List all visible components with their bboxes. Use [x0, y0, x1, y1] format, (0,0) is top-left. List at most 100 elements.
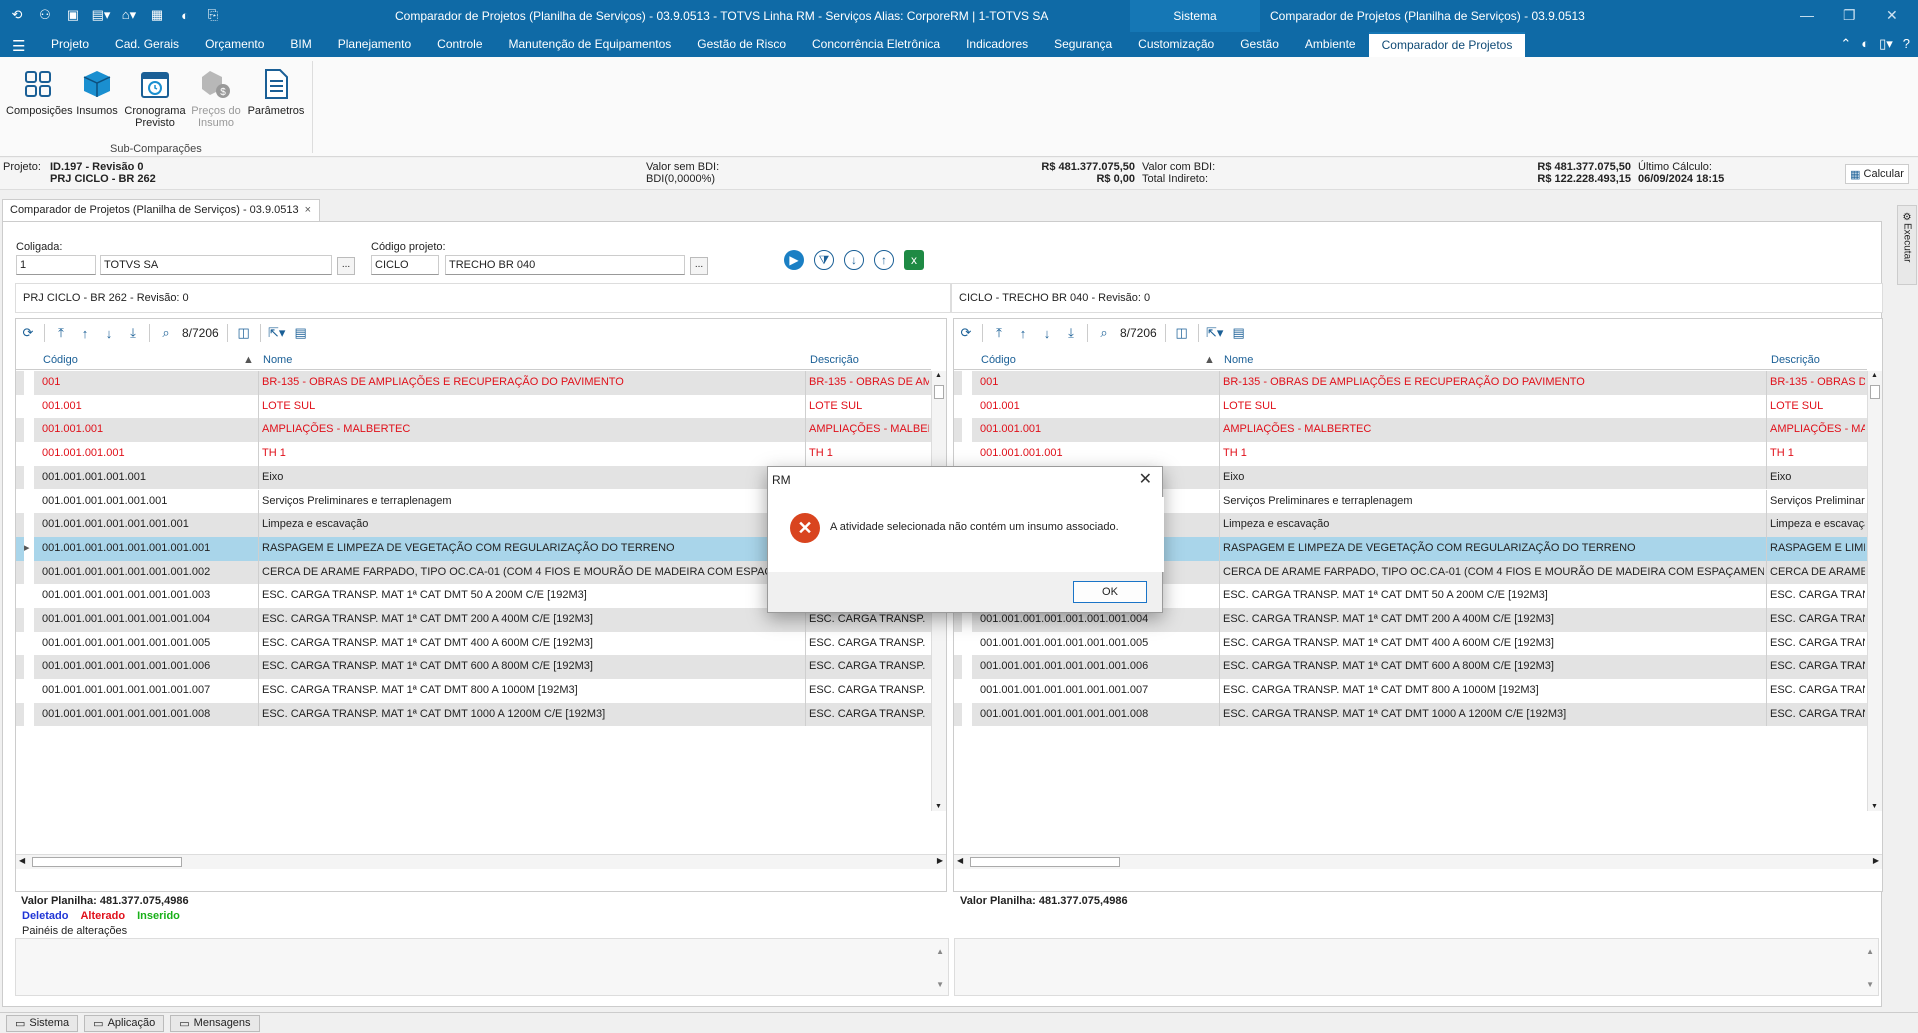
right-table-row[interactable]: 001.001.001.001 TH 1 TH 1: [954, 442, 1867, 466]
last-record-icon[interactable]: ⤓: [1059, 322, 1083, 344]
first-record-icon[interactable]: ⤒: [987, 322, 1011, 344]
col-codigo[interactable]: Código: [43, 354, 78, 366]
globe-icon[interactable]: ◐: [176, 6, 194, 24]
left-table-row[interactable]: 001 BR-135 - OBRAS DE AMPLIAÇÕES E RECUPE…: [16, 371, 931, 395]
left-table-row[interactable]: 001.001 LOTE SUL LOTE SUL: [16, 394, 931, 419]
left-table-row[interactable]: 001.001.001.001.001.001.001.008 ESC. CARG…: [16, 702, 931, 727]
calculator-icon[interactable]: ▦: [148, 6, 166, 24]
right-vscroll-thumb[interactable]: [1870, 385, 1880, 399]
composicoes-button[interactable]: Composições: [6, 67, 73, 117]
exit-icon[interactable]: ⎘: [204, 6, 222, 24]
columns-icon[interactable]: ◫: [232, 322, 256, 344]
status-aplicacao-button[interactable]: ▭ Aplicação: [84, 1014, 165, 1032]
col-nome[interactable]: Nome: [1224, 354, 1253, 366]
menu-item-6[interactable]: Manutenção de Equipamentos: [496, 32, 685, 57]
codigo-projeto-name-field[interactable]: TRECHO BR 040: [445, 255, 685, 275]
home-icon[interactable]: ⌂▾: [120, 6, 138, 24]
scroll-down-icon[interactable]: ▼: [1866, 980, 1874, 989]
report-icon[interactable]: ▤: [289, 322, 313, 344]
menu-item-8[interactable]: Concorrência Eletrônica: [799, 32, 953, 57]
left-horizontal-scrollbar[interactable]: ◀ ▶: [16, 854, 946, 869]
first-record-icon[interactable]: ⤒: [49, 322, 73, 344]
menu-item-7[interactable]: Gestão de Risco: [684, 32, 799, 57]
status-sistema-button[interactable]: ▭ Sistema: [6, 1014, 79, 1032]
menu-item-12[interactable]: Gestão: [1227, 32, 1292, 57]
minimize-icon[interactable]: —: [1800, 7, 1814, 23]
right-table-row[interactable]: 001.001.001 AMPLIAÇÕES - MALBERTEC AMPLIAÇ…: [954, 418, 1867, 443]
menu-item-13[interactable]: Ambiente: [1292, 32, 1369, 57]
codigo-projeto-code-field[interactable]: CICLO: [371, 255, 439, 275]
menu-item-5[interactable]: Controle: [424, 32, 495, 57]
right-hscroll-thumb[interactable]: [970, 857, 1120, 867]
menu-item-11[interactable]: Customização: [1125, 32, 1227, 57]
right-table-row[interactable]: 001.001.001.001.001.001.001.008 ESC. CARG…: [954, 702, 1867, 727]
search-icon[interactable]: ⌕: [154, 322, 178, 344]
menu-item-2[interactable]: Orçamento: [192, 32, 277, 57]
right-table-row[interactable]: 001.001 LOTE SUL LOTE SUL: [954, 394, 1867, 419]
menu-item-3[interactable]: BIM: [277, 32, 324, 57]
play-icon[interactable]: ▶: [784, 250, 804, 270]
user-icon[interactable]: ⚇: [36, 6, 54, 24]
close-tab-icon[interactable]: ×: [305, 200, 311, 220]
right-horizontal-scrollbar[interactable]: ◀ ▶: [954, 854, 1882, 869]
menu-item-1[interactable]: Cad. Gerais: [102, 32, 192, 57]
menu-item-0[interactable]: Projeto: [38, 32, 102, 57]
collapse-ribbon-icon[interactable]: ⌃: [1840, 36, 1851, 52]
back-icon[interactable]: ⟲: [8, 6, 26, 24]
left-hscroll-thumb[interactable]: [32, 857, 182, 867]
maximize-icon[interactable]: ❐: [1843, 7, 1856, 24]
next-record-icon[interactable]: ↓: [1035, 322, 1059, 344]
dialog-close-icon[interactable]: ✕: [1139, 469, 1152, 489]
refresh-icon[interactable]: ⟳: [954, 322, 978, 344]
right-vertical-scrollbar[interactable]: ▲ ▼: [1867, 371, 1882, 811]
export-icon[interactable]: ⇱▾: [1203, 322, 1227, 344]
window-dropdown-icon[interactable]: ▤▾: [92, 6, 111, 24]
parametros-button[interactable]: Parâmetros: [246, 67, 306, 117]
col-descricao[interactable]: Descrição: [1771, 354, 1820, 366]
col-nome[interactable]: Nome: [263, 354, 292, 366]
hamburger-icon[interactable]: ☰: [12, 37, 25, 55]
previous-record-icon[interactable]: ↑: [73, 322, 97, 344]
menu-item-14[interactable]: Comparador de Projetos: [1368, 32, 1526, 57]
executar-side-tab[interactable]: ⚙ Executar: [1897, 205, 1917, 285]
report-icon[interactable]: ▤: [1227, 322, 1251, 344]
excel-icon[interactable]: x: [904, 250, 924, 270]
calcular-button[interactable]: ▦ Calcular: [1845, 164, 1909, 184]
download-icon[interactable]: ↓: [844, 250, 864, 270]
codigo-projeto-lookup-button[interactable]: ...: [690, 257, 708, 275]
sistema-tab[interactable]: Sistema: [1130, 0, 1260, 32]
filter-clear-icon[interactable]: ⧩: [814, 250, 834, 270]
left-table-row[interactable]: 001.001.001.001.001.001.001.005 ESC. CARG…: [16, 631, 931, 656]
right-table-row[interactable]: 001.001.001.001.001.001.001.006 ESC. CARG…: [954, 655, 1867, 680]
export-icon[interactable]: ⇱▾: [265, 322, 289, 344]
previous-record-icon[interactable]: ↑: [1011, 322, 1035, 344]
scroll-up-icon[interactable]: ▲: [1866, 947, 1874, 956]
layout-icon[interactable]: ▯▾: [1879, 36, 1893, 52]
right-table-row[interactable]: 001.001.001.001.001.001.001.007 ESC. CARG…: [954, 679, 1867, 703]
right-table-row[interactable]: 001 BR-135 - OBRAS DE AMPLIAÇÕES E RECUPE…: [954, 371, 1867, 395]
coligada-name-field[interactable]: TOTVS SA: [100, 255, 332, 275]
menu-item-10[interactable]: Segurança: [1041, 32, 1125, 57]
next-record-icon[interactable]: ↓: [97, 322, 121, 344]
scroll-up-icon[interactable]: ▲: [936, 947, 944, 956]
window-icon[interactable]: ▣: [64, 6, 82, 24]
cronograma-previsto-button[interactable]: Cronograma Previsto: [124, 67, 186, 129]
last-record-icon[interactable]: ⤓: [121, 322, 145, 344]
scroll-down-icon[interactable]: ▼: [936, 980, 944, 989]
menu-item-4[interactable]: Planejamento: [325, 32, 424, 57]
left-table-row[interactable]: 001.001.001 AMPLIAÇÕES - MALBERTEC AMPLIAÇ…: [16, 418, 931, 443]
left-table-row[interactable]: 001.001.001.001.001.001.001.006 ESC. CARG…: [16, 655, 931, 680]
help-icon[interactable]: ?: [1903, 36, 1910, 52]
left-table-row[interactable]: 001.001.001.001 TH 1 TH 1: [16, 442, 931, 466]
ok-button[interactable]: OK: [1073, 581, 1147, 603]
col-descricao[interactable]: Descrição: [810, 354, 859, 366]
col-codigo[interactable]: Código: [981, 354, 1016, 366]
menu-item-9[interactable]: Indicadores: [953, 32, 1041, 57]
upload-icon[interactable]: ↑: [874, 250, 894, 270]
close-icon[interactable]: ✕: [1886, 7, 1898, 24]
theme-icon[interactable]: ◐: [1861, 36, 1869, 52]
coligada-lookup-button[interactable]: ...: [337, 257, 355, 275]
coligada-code-field[interactable]: 1: [16, 255, 96, 275]
refresh-icon[interactable]: ⟳: [16, 322, 40, 344]
insumos-button[interactable]: Insumos: [72, 67, 122, 117]
